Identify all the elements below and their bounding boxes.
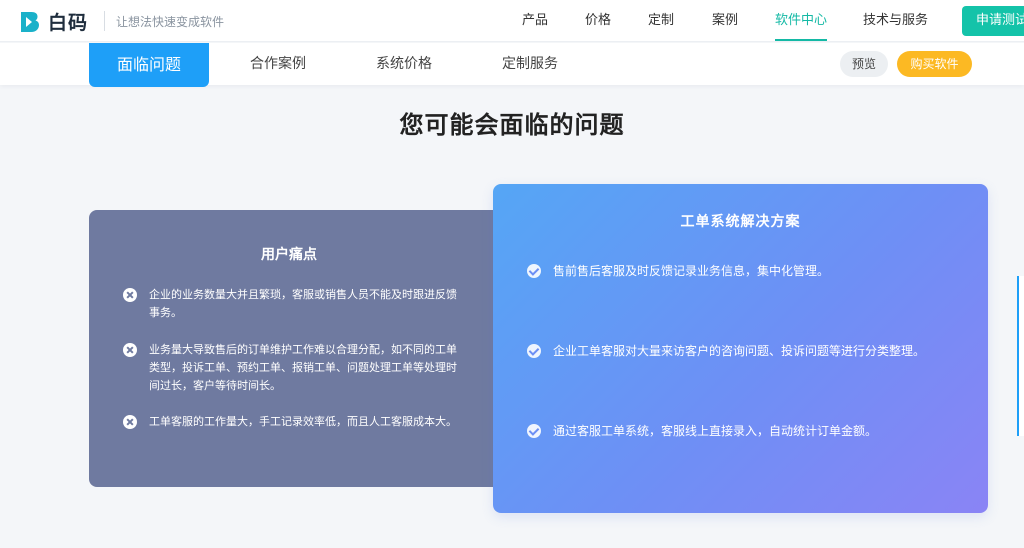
- tab-cases[interactable]: 合作案例: [240, 43, 316, 85]
- nav-custom[interactable]: 定制: [648, 0, 674, 42]
- solution-item-text: 通过客服工单系统，客服线上直接录入，自动统计订单金额。: [553, 424, 878, 438]
- pain-item: 工单客服的工作量大，手工记录效率低，而且人工客服成本大。: [123, 413, 463, 431]
- pain-item-text: 工单客服的工作量大，手工记录效率低，而且人工客服成本大。: [149, 415, 457, 428]
- preview-button[interactable]: 预览: [840, 51, 888, 77]
- tab-custom-service[interactable]: 定制服务: [492, 43, 568, 85]
- x-circle-icon: [123, 415, 137, 429]
- logo-icon: [21, 11, 39, 32]
- side-float-panel[interactable]: [1017, 276, 1024, 436]
- solution-item-text: 售前售后客服及时反馈记录业务信息，集中化管理。: [553, 264, 830, 278]
- solution-card: 工单系统解决方案 售前售后客服及时反馈记录业务信息，集中化管理。 企业工单客服对…: [493, 184, 988, 513]
- nav-cases[interactable]: 案例: [712, 0, 738, 42]
- pain-item-text: 业务量大导致售后的订单维护工作难以合理分配，如不同的工单类型，投诉工单、预约工单…: [149, 343, 457, 392]
- pain-item: 企业的业务数量大并且繁琐，客服或销售人员不能及时跟进反馈事务。: [123, 286, 463, 322]
- nav-software-center[interactable]: 软件中心: [775, 0, 828, 42]
- sub-navigation: 面临问题 合作案例 系统价格 定制服务 预览 购买软件: [0, 43, 1024, 87]
- logo-divider: [104, 11, 105, 31]
- nav-tech-service[interactable]: 技术与服务: [863, 0, 928, 42]
- solution-item: 通过客服工单系统，客服线上直接录入，自动统计订单金额。: [527, 422, 877, 440]
- pain-item-text: 企业的业务数量大并且繁琐，客服或销售人员不能及时跟进反馈事务。: [149, 288, 457, 319]
- solution-title: 工单系统解决方案: [680, 214, 801, 230]
- solution-item: 售前售后客服及时反馈记录业务信息，集中化管理。: [527, 262, 829, 280]
- solution-item-text: 企业工单客服对大量来访客户的咨询问题、投诉问题等进行分类整理。: [553, 344, 926, 358]
- slogan: 让想法快速变成软件: [116, 15, 225, 29]
- nav-product[interactable]: 产品: [522, 0, 548, 42]
- check-circle-icon: [527, 264, 541, 278]
- check-circle-icon: [527, 344, 541, 358]
- page-title: 您可能会面临的问题: [399, 111, 625, 139]
- tab-problems[interactable]: 面临问题: [89, 43, 209, 87]
- buy-software-button[interactable]: 购买软件: [897, 51, 972, 77]
- pain-points-title: 用户痛点: [261, 247, 317, 263]
- pain-item: 业务量大导致售后的订单维护工作难以合理分配，如不同的工单类型，投诉工单、预约工单…: [123, 341, 463, 395]
- x-circle-icon: [123, 288, 137, 302]
- tab-pricing[interactable]: 系统价格: [366, 43, 442, 85]
- apply-test-button[interactable]: 申请测试: [962, 6, 1024, 36]
- solution-item: 企业工单客服对大量来访客户的咨询问题、投诉问题等进行分类整理。: [527, 342, 925, 360]
- logo-text: 白码: [48, 12, 89, 34]
- pain-points-card: 用户痛点 企业的业务数量大并且繁琐，客服或销售人员不能及时跟进反馈事务。 业务量…: [89, 210, 509, 487]
- logo[interactable]: 白码: [18, 8, 88, 35]
- x-circle-icon: [123, 343, 137, 357]
- top-header: 白码 让想法快速变成软件 产品 价格 定制 案例 软件中心 技术与服务 申请测试: [0, 0, 1024, 42]
- nav-price[interactable]: 价格: [585, 0, 611, 42]
- check-circle-icon: [527, 424, 541, 438]
